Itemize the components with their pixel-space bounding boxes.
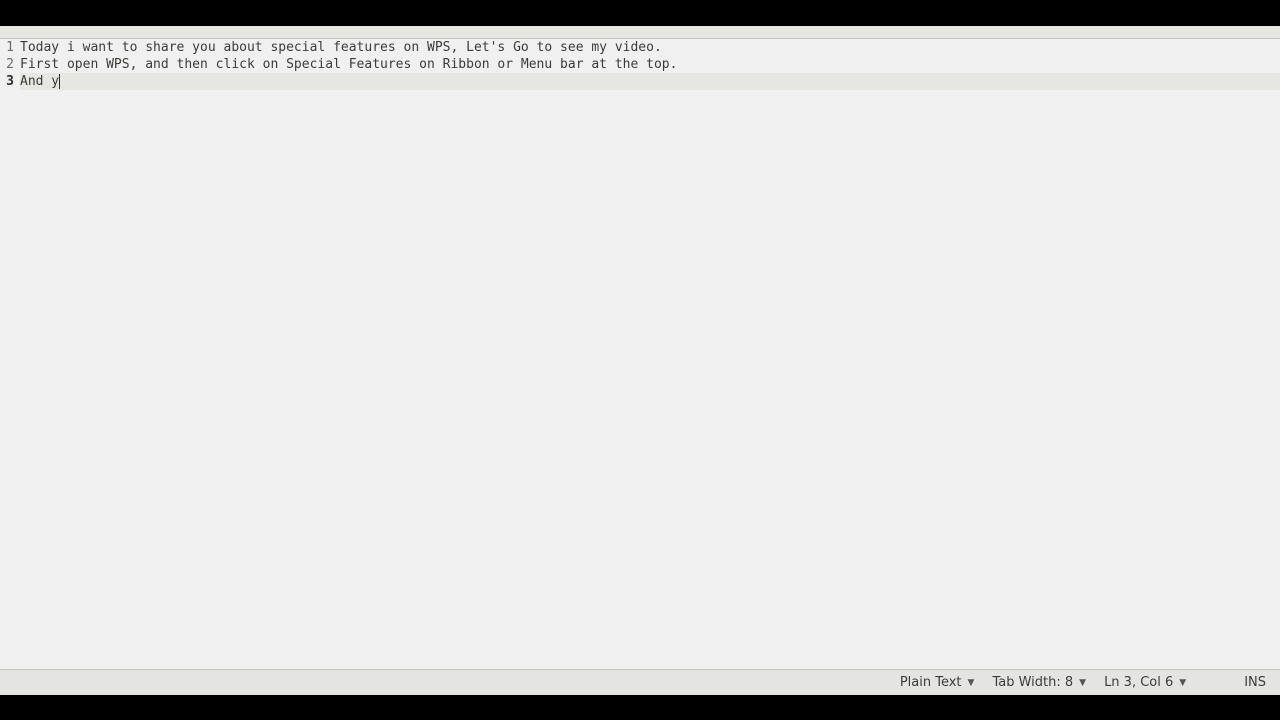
line-number: 1 xyxy=(0,39,18,56)
editor-area[interactable]: 1 2 3 Today i want to share you about sp… xyxy=(0,39,1280,669)
text-line[interactable]: And y xyxy=(20,73,1280,90)
cursor-position[interactable]: Ln 3, Col 6 ▼ xyxy=(1098,675,1232,690)
chevron-down-icon: ▼ xyxy=(1179,678,1186,688)
cursor-position-label: Ln 3, Col 6 xyxy=(1104,675,1173,690)
status-bar: Plain Text ▼ Tab Width: 8 ▼ Ln 3, Col 6 … xyxy=(0,669,1280,695)
line-number: 3 xyxy=(0,73,18,90)
bottom-black-bar xyxy=(0,695,1280,720)
tab-width-selector[interactable]: Tab Width: 8 ▼ xyxy=(986,675,1092,690)
line-number-gutter: 1 2 3 xyxy=(0,39,20,669)
tab-width-label: Tab Width: 8 xyxy=(992,675,1073,690)
chevron-down-icon: ▼ xyxy=(968,678,975,688)
insert-mode-label: INS xyxy=(1244,675,1266,690)
chevron-down-icon: ▼ xyxy=(1079,678,1086,688)
text-cursor xyxy=(59,74,60,89)
text-line[interactable]: First open WPS, and then click on Specia… xyxy=(20,56,1280,73)
text-line-content: And y xyxy=(20,74,59,89)
insert-mode[interactable]: INS xyxy=(1238,675,1272,690)
text-line[interactable]: Today i want to share you about special … xyxy=(20,39,1280,56)
text-content[interactable]: Today i want to share you about special … xyxy=(20,39,1280,669)
line-number: 2 xyxy=(0,56,18,73)
language-mode-label: Plain Text xyxy=(900,675,962,690)
toolbar xyxy=(0,26,1280,39)
language-mode-selector[interactable]: Plain Text ▼ xyxy=(894,675,981,690)
window-titlebar xyxy=(0,0,1280,26)
